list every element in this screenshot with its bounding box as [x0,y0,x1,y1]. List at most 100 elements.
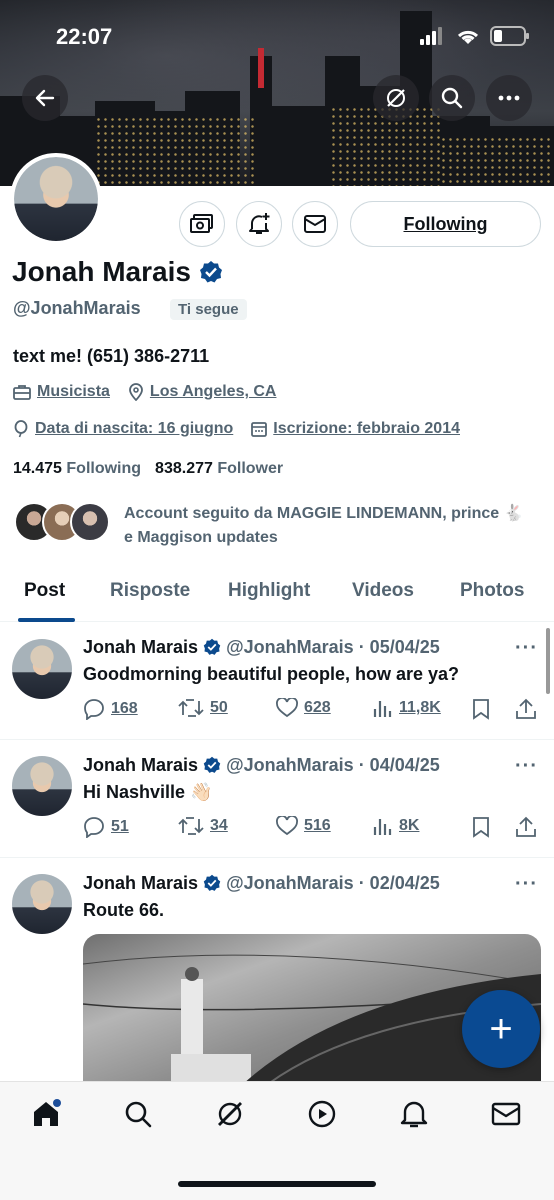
reply-button[interactable]: 51 [83,816,129,838]
post-avatar[interactable] [12,874,72,934]
post-header: Jonah Marais @JonahMarais · 04/04/25 [83,755,440,776]
subscribe-button[interactable] [179,201,225,247]
mutual-avatar [70,502,110,542]
tab-photos[interactable]: Photos [460,580,524,602]
views-button[interactable]: 11,8K [373,698,441,718]
nav-notifications[interactable] [398,1098,430,1130]
repost-button[interactable]: 34 [178,816,228,836]
share-button[interactable] [515,698,537,720]
followers-count-link[interactable]: 838.277 Follower [155,460,283,478]
tab-videos[interactable]: Videos [352,580,414,602]
post-text: Hi Nashville 👋🏻 [83,782,213,802]
post-author-name[interactable]: Jonah Marais [83,755,198,775]
location-pin-icon [129,383,143,401]
tab-highlight[interactable]: Highlight [228,580,310,602]
views-button[interactable]: 8K [373,816,419,836]
verified-badge-icon[interactable] [199,260,223,284]
joined-item[interactable]: Iscrizione: febbraio 2014 [251,420,460,438]
post-item[interactable]: Jonah Marais @JonahMarais · 04/04/25 ···… [0,740,554,858]
followers-count: 838.277 [155,460,213,477]
post-more-button[interactable]: ··· [515,873,538,896]
post-actions: 168 50 628 11,8K [83,698,543,724]
reply-button[interactable]: 168 [83,698,138,720]
post-date[interactable]: · 04/04/25 [359,755,440,775]
bookmark-button[interactable] [472,698,490,720]
repost-icon [178,699,204,717]
reply-count: 51 [111,818,129,835]
views-icon [373,819,392,835]
nav-home[interactable] [30,1098,62,1130]
grok-icon [218,1102,242,1126]
profile-avatar[interactable] [10,153,102,245]
compose-button[interactable]: + [462,990,540,1068]
wifi-icon [457,30,479,44]
post-date[interactable]: · 02/04/25 [359,873,440,893]
repost-button[interactable]: 50 [178,698,228,718]
repost-icon [178,817,204,835]
profession-link[interactable]: Musicista [37,383,110,401]
message-button[interactable] [292,201,338,247]
share-icon [516,816,536,837]
battery-icon [490,26,529,46]
post-author-name[interactable]: Jonah Marais [83,637,198,657]
mutual-followers-avatars[interactable] [14,502,110,542]
back-button[interactable] [22,75,68,121]
post-header: Jonah Marais @JonahMarais · 02/04/25 [83,873,440,894]
bookmark-button[interactable] [472,816,490,838]
active-tab-indicator [18,618,75,622]
nav-grok[interactable] [214,1098,246,1130]
plus-icon: + [489,1006,513,1051]
search-button[interactable] [429,75,475,121]
lit-windows [440,136,554,186]
following-button[interactable]: Following [350,201,541,247]
post-author-handle[interactable]: @JonahMarais [226,755,354,775]
repost-count: 50 [210,699,228,716]
profile-banner: 22:07 [0,0,554,186]
joined-link[interactable]: Iscrizione: febbraio 2014 [273,420,460,438]
post-author-handle[interactable]: @JonahMarais [226,637,354,657]
location-item[interactable]: Los Angeles, CA [128,383,277,401]
reply-icon [84,699,104,720]
profession-item[interactable]: Musicista [13,383,110,401]
grok-button[interactable] [373,75,419,121]
post-author-name[interactable]: Jonah Marais [83,873,198,893]
home-icon [34,1099,61,1126]
red-spire [258,48,264,88]
profile-meta-row-1: Musicista Los Angeles, CA [13,383,294,401]
nav-video[interactable] [306,1098,338,1130]
like-button[interactable]: 628 [276,698,331,718]
following-count-link[interactable]: 14.475 Following [13,460,141,478]
share-button[interactable] [515,816,537,838]
like-button[interactable]: 516 [276,816,331,836]
building [270,106,330,186]
location-link[interactable]: Los Angeles, CA [150,383,277,401]
money-icon [190,214,213,233]
post-item[interactable]: Jonah Marais @JonahMarais · 05/04/25 ···… [0,623,554,740]
post-avatar[interactable] [12,639,72,699]
envelope-icon [491,1102,521,1126]
heart-icon [276,698,298,718]
tab-risposte[interactable]: Risposte [110,580,190,602]
follow-counts: 14.475 Following 838.277 Follower [13,460,283,478]
birthday-link[interactable]: Data di nascita: 16 giugno [35,420,233,438]
birthday-item[interactable]: Data di nascita: 16 giugno [13,420,233,438]
grok-icon [387,89,405,107]
tab-post[interactable]: Post [24,580,65,602]
notifications-button[interactable] [236,201,282,247]
nav-messages[interactable] [490,1098,522,1130]
bookmark-icon [473,817,489,838]
post-date[interactable]: · 05/04/25 [359,637,440,657]
nav-search[interactable] [122,1098,154,1130]
followed-by-text[interactable]: Account seguito da MAGGIE LINDEMANN, pri… [124,502,534,550]
envelope-icon [304,215,326,233]
balloon-icon [14,420,28,438]
views-count: 11,8K [399,699,441,716]
more-options-button[interactable] [486,75,532,121]
post-avatar[interactable] [12,756,72,816]
post-more-button[interactable]: ··· [515,755,538,778]
status-time: 22:07 [56,24,113,49]
views-count: 8K [399,817,420,834]
like-count: 628 [304,699,331,716]
post-more-button[interactable]: ··· [515,637,538,660]
post-author-handle[interactable]: @JonahMarais [226,873,354,893]
